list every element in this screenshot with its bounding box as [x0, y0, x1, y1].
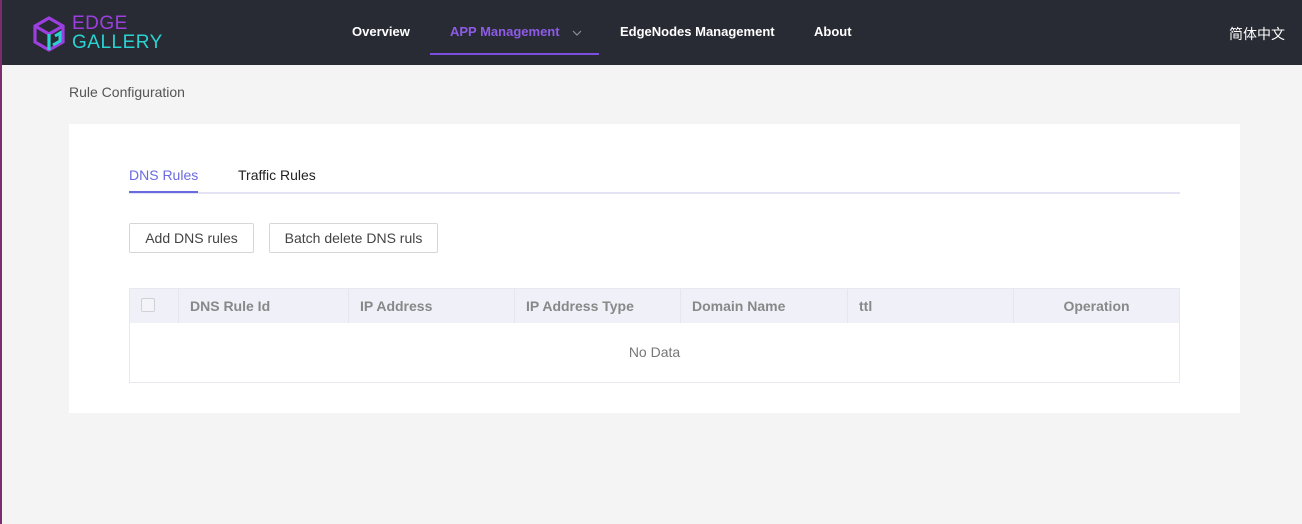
nav-overview[interactable]: Overview [352, 0, 410, 65]
table-header: DNS Rule Id IP Address IP Address Type D… [130, 289, 1179, 323]
nav-edgenodes-management[interactable]: EdgeNodes Management [620, 0, 775, 65]
batch-delete-dns-rules-button[interactable]: Batch delete DNS ruls [269, 223, 438, 253]
tab-dns-rules[interactable]: DNS Rules [129, 166, 198, 184]
column-header-operation: Operation [1063, 298, 1130, 314]
tabs-divider [129, 192, 1180, 194]
chevron-down-icon [572, 30, 582, 36]
nav-app-management-label: APP Management [450, 24, 560, 39]
nav-active-indicator [430, 53, 599, 55]
top-navigation-bar: EDGE GALLERY Overview APP Management Edg… [2, 0, 1302, 65]
select-all-checkbox[interactable] [141, 298, 155, 312]
column-header-ttl[interactable]: ttl [848, 289, 1014, 323]
column-header-domain-name[interactable]: Domain Name [681, 289, 848, 323]
nav-app-management[interactable]: APP Management [450, 0, 582, 65]
rules-card: DNS Rules Traffic Rules Add DNS rules Ba… [69, 124, 1240, 413]
column-header-ip-address[interactable]: IP Address [349, 289, 515, 323]
nav-about[interactable]: About [814, 0, 852, 65]
add-dns-rules-button[interactable]: Add DNS rules [129, 223, 254, 253]
tab-active-indicator [129, 191, 198, 193]
language-switch[interactable]: 简体中文 [1229, 24, 1285, 44]
nav-overview-label: Overview [352, 24, 410, 39]
column-header-dns-rule-id[interactable]: DNS Rule Id [179, 289, 349, 323]
select-all-cell [130, 289, 179, 323]
nav-about-label: About [814, 24, 852, 39]
logo-cube-icon [33, 16, 65, 52]
column-header-ip-address-type[interactable]: IP Address Type [515, 289, 681, 323]
logo-text-edge: EDGE [72, 13, 128, 34]
dns-rules-table: DNS Rule Id IP Address IP Address Type D… [129, 288, 1180, 383]
edgegallery-logo[interactable]: EDGE GALLERY [33, 14, 173, 54]
tab-traffic-rules[interactable]: Traffic Rules [238, 166, 316, 184]
breadcrumb: Rule Configuration [69, 84, 185, 100]
nav-edgenodes-management-label: EdgeNodes Management [620, 24, 775, 39]
logo-text-gallery: GALLERY [72, 32, 163, 53]
empty-state-text: No Data [628, 344, 681, 360]
